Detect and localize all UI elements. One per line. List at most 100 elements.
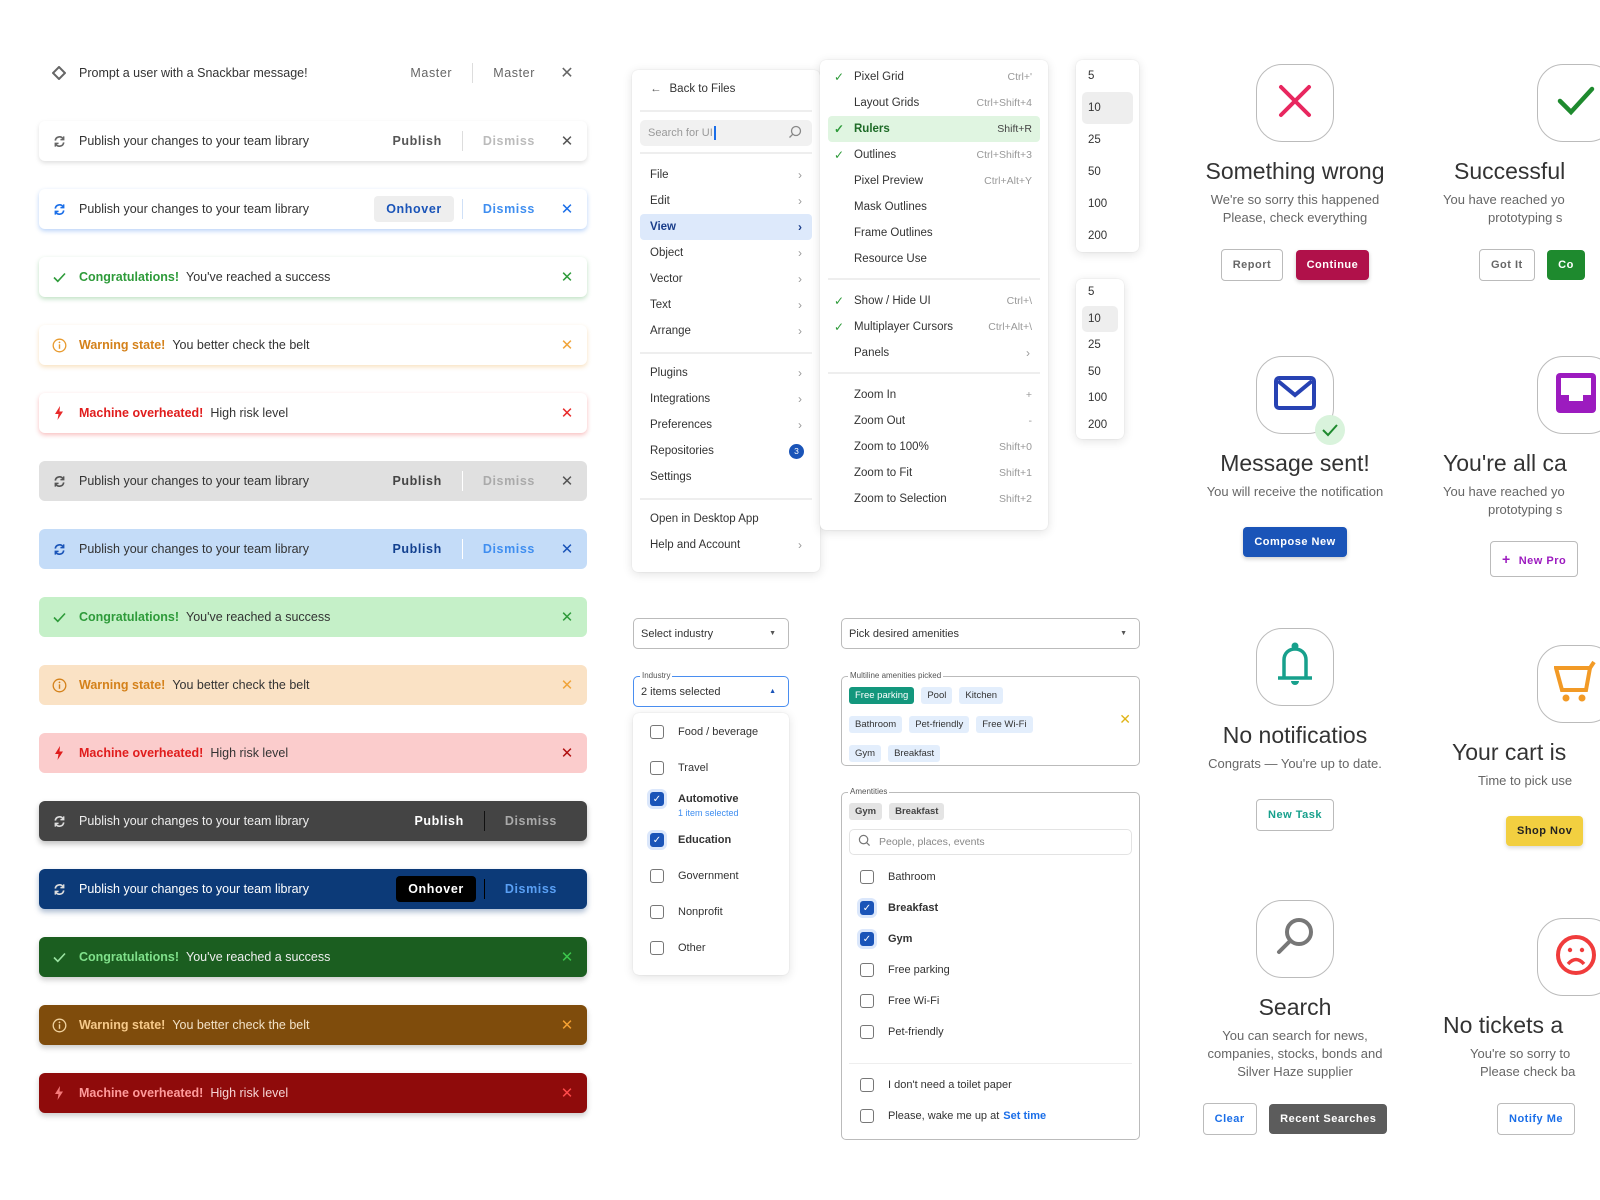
report-button[interactable]: Report	[1220, 249, 1284, 281]
industry-select[interactable]: Select industry ▼	[633, 618, 789, 649]
master-action-2[interactable]: Master	[481, 60, 547, 86]
got-it-button[interactable]: Got It	[1479, 249, 1535, 281]
close-icon[interactable]: ✕	[547, 336, 587, 354]
view-item-resource-use[interactable]: Resource Use	[828, 246, 1040, 272]
menu-item-text[interactable]: Text ›	[640, 292, 812, 318]
shop-now-button[interactable]: Shop Nov	[1506, 816, 1584, 846]
checkbox-checked[interactable]: ✓	[860, 932, 874, 946]
menu-item-integrations[interactable]: Integrations ›	[640, 386, 812, 412]
amenity-chip[interactable]: Pet-friendly	[909, 716, 970, 733]
new-project-button[interactable]: + New Pro	[1490, 541, 1579, 577]
close-icon[interactable]: ✕	[547, 948, 587, 966]
menu-item-arrange[interactable]: Arrange ›	[640, 318, 812, 344]
menu-item-open-in-desktop-app[interactable]: Open in Desktop App	[640, 506, 812, 532]
dismiss-button[interactable]: Dismiss	[493, 876, 569, 902]
menu-item-object[interactable]: Object ›	[640, 240, 812, 266]
multiline-amenities[interactable]: Multiline amenities picked Free parking P…	[841, 671, 1140, 766]
view-item-zoom-to-selection[interactable]: Zoom to Selection Shift+2	[828, 486, 1040, 512]
close-icon[interactable]: ✕	[547, 472, 587, 490]
selected-chip[interactable]: Gym	[849, 803, 883, 820]
number-option[interactable]: 200	[1082, 412, 1118, 439]
checkbox-checked[interactable]: ✓	[650, 833, 664, 847]
number-option[interactable]: 25	[1082, 332, 1118, 359]
amenity-option[interactable]: Free Wi-Fi	[860, 994, 939, 1008]
continue-button[interactable]: Co	[1547, 250, 1585, 280]
amenity-option[interactable]: ✓ Gym	[860, 932, 912, 946]
menu-item-preferences[interactable]: Preferences ›	[640, 412, 812, 438]
menu-item-view[interactable]: View ›	[640, 214, 812, 240]
menu-search[interactable]: Search for UI	[640, 120, 812, 146]
checkbox[interactable]	[650, 725, 664, 739]
close-icon[interactable]: ✕	[547, 1016, 587, 1034]
set-time-link[interactable]: Set time	[1003, 1110, 1046, 1122]
checkbox[interactable]	[860, 1025, 874, 1039]
primary-action-button[interactable]: Publish	[381, 468, 454, 494]
menu-item-plugins[interactable]: Plugins ›	[640, 360, 812, 386]
industry-option[interactable]: Travel	[650, 761, 708, 775]
amenity-option[interactable]: Pet-friendly	[860, 1025, 944, 1039]
industry-option[interactable]: Government	[650, 869, 739, 883]
number-option[interactable]: 5	[1082, 279, 1118, 306]
amenity-option[interactable]: Bathroom	[860, 870, 936, 884]
close-icon[interactable]: ✕	[547, 200, 587, 218]
view-item-zoom-to-100-[interactable]: Zoom to 100% Shift+0	[828, 434, 1040, 460]
number-option[interactable]: 100	[1082, 385, 1118, 412]
notify-me-button[interactable]: Notify Me	[1497, 1103, 1575, 1135]
primary-action-button[interactable]: Onhover	[396, 876, 476, 902]
dismiss-button[interactable]: Dismiss	[493, 808, 569, 834]
clear-button[interactable]: Clear	[1202, 1103, 1257, 1135]
view-item-rulers[interactable]: ✓ Rulers Shift+R	[828, 116, 1040, 142]
amenity-chip[interactable]: Bathroom	[849, 716, 903, 733]
clear-icon[interactable]: ✕	[1119, 711, 1131, 728]
close-icon[interactable]: ✕	[547, 132, 587, 150]
menu-item-edit[interactable]: Edit ›	[640, 188, 812, 214]
continue-button[interactable]: Continue	[1295, 250, 1370, 280]
amenity-chip[interactable]: Breakfast	[888, 745, 941, 762]
checkbox[interactable]	[650, 761, 664, 775]
menu-item-help-and-account[interactable]: Help and Account ›	[640, 532, 812, 558]
industry-option[interactable]: Nonprofit	[650, 905, 723, 919]
close-icon[interactable]: ✕	[547, 676, 587, 694]
amenity-chip[interactable]: Gym	[849, 745, 882, 762]
number-option[interactable]: 50	[1082, 156, 1133, 188]
view-item-zoom-out[interactable]: Zoom Out -	[828, 408, 1040, 434]
dismiss-button[interactable]: Dismiss	[471, 196, 547, 222]
number-option[interactable]: 25	[1082, 124, 1133, 156]
view-item-show-hide-ui[interactable]: ✓ Show / Hide UI Ctrl+\	[828, 288, 1040, 314]
industry-option[interactable]: ✓ Education	[650, 833, 731, 847]
primary-action-button[interactable]: Publish	[403, 808, 476, 834]
checkbox[interactable]	[860, 994, 874, 1008]
number-option[interactable]: 5	[1082, 60, 1133, 92]
checkbox[interactable]	[860, 963, 874, 977]
number-option[interactable]: 10	[1082, 92, 1133, 124]
dismiss-button[interactable]: Dismiss	[471, 468, 547, 494]
close-icon[interactable]: ✕	[547, 268, 587, 286]
menu-item-vector[interactable]: Vector ›	[640, 266, 812, 292]
menu-item-file[interactable]: File ›	[640, 162, 812, 188]
close-icon[interactable]: ✕	[547, 404, 587, 422]
amenity-chip[interactable]: Pool	[921, 687, 953, 704]
compose-new-button[interactable]: Compose New	[1243, 527, 1347, 557]
view-item-layout-grids[interactable]: Layout Grids Ctrl+Shift+4	[828, 90, 1040, 116]
back-to-files[interactable]: ← Back to Files	[640, 76, 812, 102]
number-option[interactable]: 100	[1082, 188, 1133, 220]
menu-item-repositories[interactable]: Repositories 3	[640, 438, 812, 464]
view-item-zoom-in[interactable]: Zoom In +	[828, 382, 1040, 408]
selected-chip[interactable]: Breakfast	[889, 803, 945, 820]
view-item-zoom-to-fit[interactable]: Zoom to Fit Shift+1	[828, 460, 1040, 486]
amenity-chip[interactable]: Free parking	[849, 687, 915, 704]
close-icon[interactable]: ✕	[547, 608, 587, 626]
number-option[interactable]: 50	[1082, 359, 1118, 386]
view-item-mask-outlines[interactable]: Mask Outlines	[828, 194, 1040, 220]
view-item-multiplayer-cursors[interactable]: ✓ Multiplayer Cursors Ctrl+Alt+\	[828, 314, 1040, 340]
close-icon[interactable]: ✕	[547, 744, 587, 762]
extra-option[interactable]: I don't need a toilet paper	[860, 1078, 1012, 1092]
checkbox[interactable]	[650, 941, 664, 955]
checkbox-checked[interactable]: ✓	[860, 901, 874, 915]
close-icon[interactable]: ✕	[547, 1084, 587, 1102]
number-option[interactable]: 200	[1082, 220, 1133, 252]
view-item-pixel-grid[interactable]: ✓ Pixel Grid Ctrl+'	[828, 64, 1040, 90]
amenity-chip[interactable]: Kitchen	[959, 687, 1004, 704]
view-item-panels[interactable]: Panels ›	[828, 340, 1040, 366]
amenity-option[interactable]: Free parking	[860, 963, 950, 977]
